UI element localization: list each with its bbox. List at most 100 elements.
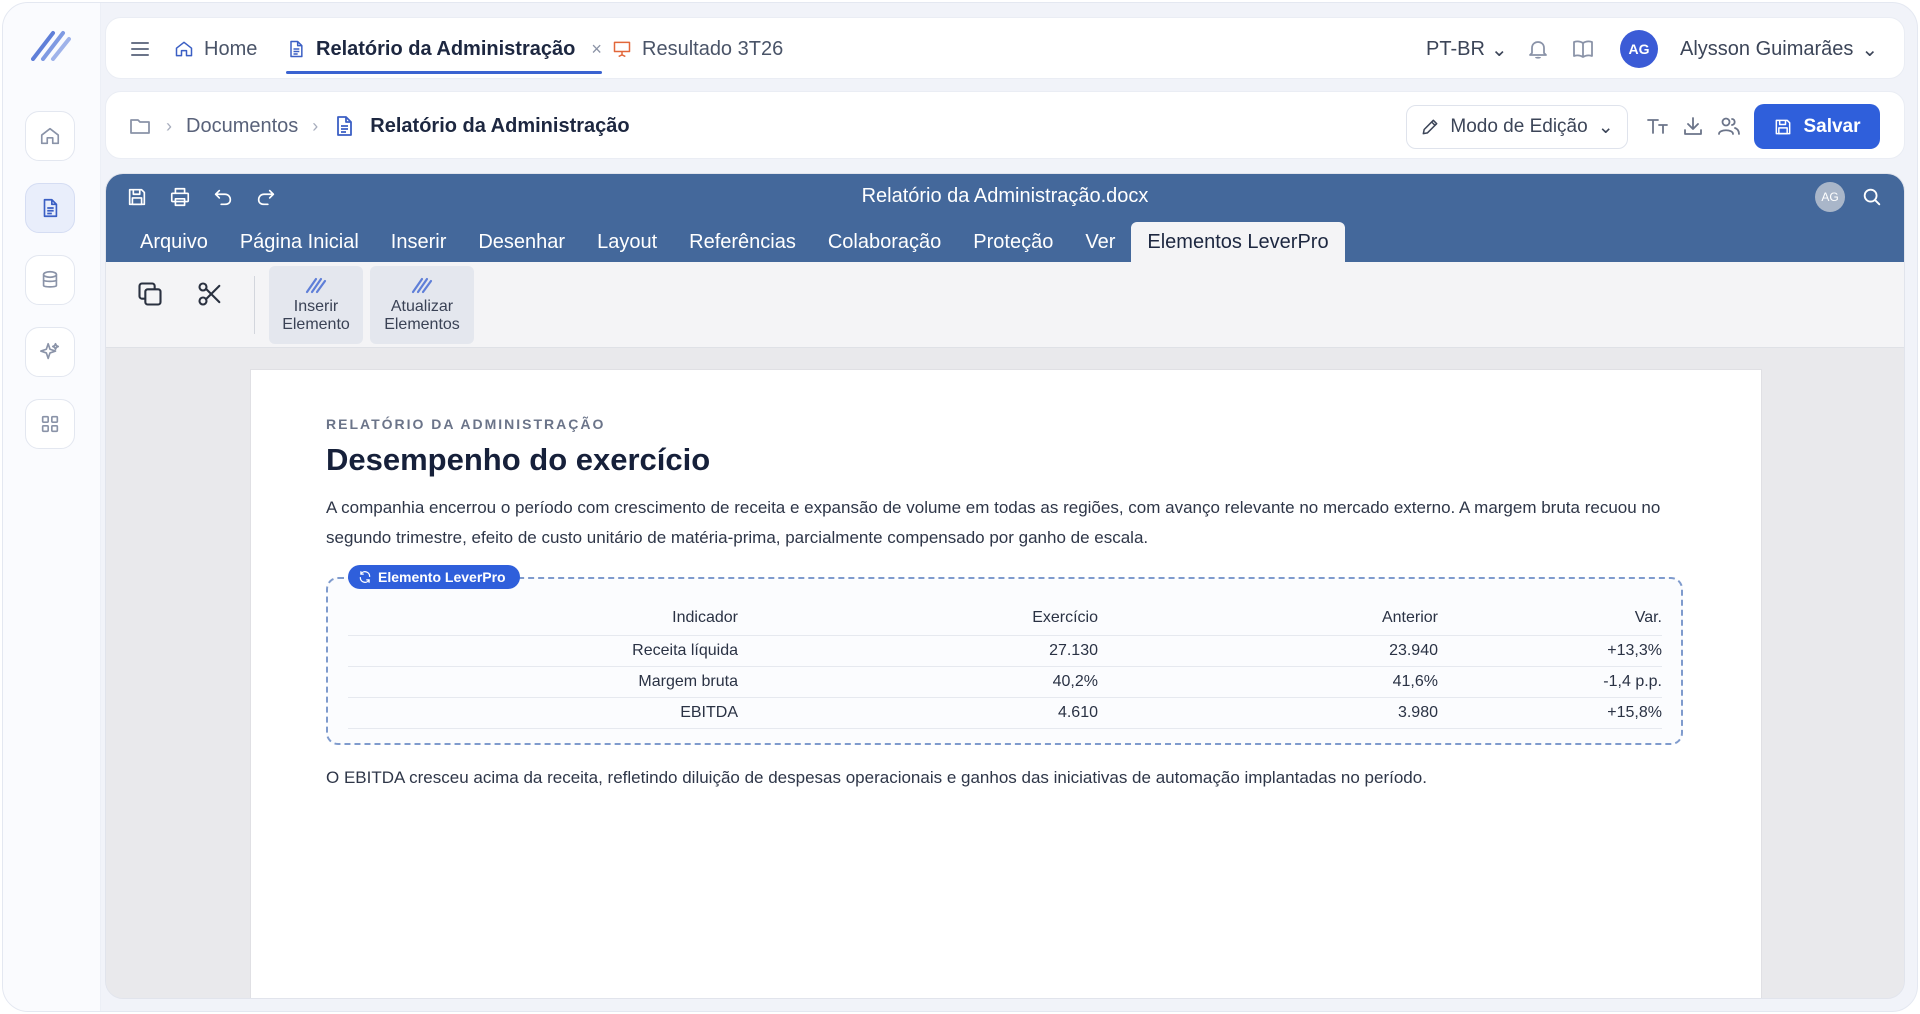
table-header: Indicador bbox=[348, 601, 738, 636]
ribbon-tab-ver[interactable]: Ver bbox=[1069, 222, 1131, 262]
search-icon[interactable] bbox=[1861, 186, 1883, 208]
breadcrumb-separator: › bbox=[166, 115, 172, 136]
breadcrumb-bar: › Documentos › Relatório da Administraçã… bbox=[105, 91, 1905, 159]
scissors-icon[interactable] bbox=[196, 280, 224, 308]
rail-home-button[interactable] bbox=[25, 111, 75, 161]
left-rail bbox=[3, 3, 101, 1011]
table-cell: 23.940 bbox=[1098, 635, 1438, 667]
presentation-icon bbox=[613, 41, 631, 58]
section-kicker: RELATÓRIO DA ADMINISTRAÇÃO bbox=[326, 416, 606, 432]
language-label: PT-BR bbox=[1426, 37, 1485, 60]
table-cell: 4.610 bbox=[738, 697, 1098, 729]
font-size-icon[interactable] bbox=[1646, 114, 1670, 138]
document-icon bbox=[43, 198, 58, 218]
ribbon-tab-protecao[interactable]: Proteção bbox=[957, 222, 1069, 262]
table-cell: 41,6% bbox=[1098, 666, 1438, 698]
language-selector[interactable]: PT-BR ⌄ bbox=[1426, 18, 1508, 80]
tab-label: Relatório da Administração bbox=[316, 37, 576, 60]
breadcrumb-current: Relatório da Administração bbox=[370, 114, 630, 137]
rail-ai-button[interactable] bbox=[25, 327, 75, 377]
editor-header: Relatório da Administração.docx AG Arqui… bbox=[106, 174, 1904, 262]
bell-icon[interactable] bbox=[1526, 37, 1550, 61]
database-icon bbox=[42, 270, 58, 288]
home-icon bbox=[40, 127, 60, 145]
table-header: Var. bbox=[1438, 601, 1662, 636]
rail-apps-button[interactable] bbox=[25, 399, 75, 449]
ribbon-tab-layout[interactable]: Layout bbox=[581, 222, 673, 262]
table-cell: 27.130 bbox=[738, 635, 1098, 667]
leverpro-element[interactable]: Elemento LeverPro Indicador Exercício An… bbox=[326, 565, 1683, 745]
table-cell: +13,3% bbox=[1438, 635, 1662, 667]
update-elements-label-line1: Atualizar bbox=[390, 298, 454, 315]
ribbon-tab-inserir[interactable]: Inserir bbox=[375, 222, 463, 262]
chevron-down-icon: ⌄ bbox=[1861, 38, 1879, 61]
save-button[interactable]: Salvar bbox=[1754, 104, 1880, 149]
update-elements-label-line2: Elementos bbox=[384, 316, 460, 333]
table-cell: Receita líquida bbox=[348, 635, 738, 667]
user-menu[interactable]: Alysson Guimarães ⌄ bbox=[1680, 18, 1878, 80]
edit-mode-dropdown[interactable]: Modo de Edição ⌄ bbox=[1406, 105, 1628, 149]
element-badge-label: Elemento LeverPro bbox=[378, 569, 506, 585]
collaborator-avatar[interactable]: AG bbox=[1815, 182, 1845, 212]
rail-database-button[interactable] bbox=[25, 255, 75, 305]
users-icon[interactable] bbox=[1717, 114, 1741, 138]
tab-relatorio-administracao[interactable]: Relatório da Administração × bbox=[286, 18, 602, 80]
table-cell: EBITDA bbox=[348, 697, 738, 729]
grid-icon bbox=[41, 415, 59, 433]
document-editor: Relatório da Administração.docx AG Arqui… bbox=[105, 173, 1905, 999]
ribbon-tab-elementos-leverpro[interactable]: Elementos LeverPro bbox=[1131, 222, 1345, 262]
table-header: Exercício bbox=[738, 601, 1098, 636]
tab-resultado-3t26[interactable]: Resultado 3T26 bbox=[612, 18, 783, 80]
menu-icon[interactable] bbox=[128, 37, 152, 61]
tab-close-icon[interactable]: × bbox=[591, 39, 602, 60]
chevron-down-icon: ⌄ bbox=[1490, 38, 1508, 61]
leverpro-element-badge[interactable]: Elemento LeverPro bbox=[348, 565, 520, 589]
table-cell: 3.980 bbox=[1098, 697, 1438, 729]
insert-element-button[interactable]: Inserir Elemento bbox=[269, 266, 363, 344]
ribbon-tab-colaboracao[interactable]: Colaboração bbox=[812, 222, 957, 262]
insert-element-label-line2: Elemento bbox=[282, 316, 350, 333]
table-row: Margem bruta 40,2% 41,6% -1,4 p.p. bbox=[348, 666, 1662, 698]
save-label: Salvar bbox=[1803, 115, 1861, 137]
user-name: Alysson Guimarães bbox=[1680, 37, 1854, 60]
leverpro-logo-icon bbox=[305, 277, 327, 294]
ribbon-tab-referencias[interactable]: Referências bbox=[673, 222, 812, 262]
update-elements-button[interactable]: Atualizar Elementos bbox=[370, 266, 474, 344]
tab-label: Home bbox=[204, 37, 258, 60]
breadcrumb: › Documentos › Relatório da Administraçã… bbox=[128, 92, 630, 160]
sparkle-icon bbox=[40, 342, 60, 360]
folder-icon[interactable] bbox=[128, 114, 152, 138]
table-header: Anterior bbox=[1098, 601, 1438, 636]
ribbon-tab-pagina-inicial[interactable]: Página Inicial bbox=[224, 222, 375, 262]
table-cell: +15,8% bbox=[1438, 697, 1662, 729]
tab-home[interactable]: Home bbox=[174, 18, 257, 80]
ribbon-tab-arquivo[interactable]: Arquivo bbox=[124, 222, 224, 262]
table-cell: 40,2% bbox=[738, 666, 1098, 698]
table-cell: Margem bruta bbox=[348, 666, 738, 698]
insert-element-label-line1: Inserir bbox=[293, 298, 339, 315]
chevron-down-icon: ⌄ bbox=[1597, 116, 1614, 138]
body-paragraph: A companhia encerrou o período com cresc… bbox=[326, 498, 1661, 547]
user-avatar[interactable]: AG bbox=[1620, 30, 1658, 68]
breadcrumb-documentos[interactable]: Documentos bbox=[186, 115, 298, 138]
refresh-icon bbox=[359, 571, 371, 583]
app-frame: Home Relatório da Administração × Result… bbox=[2, 2, 1918, 1012]
edit-mode-label: Modo de Edição bbox=[1450, 116, 1588, 137]
body-paragraph: O EBITDA cresceu acima da receita, refle… bbox=[326, 768, 1427, 787]
top-bar: Home Relatório da Administração × Result… bbox=[105, 17, 1905, 79]
tab-label: Resultado 3T26 bbox=[642, 37, 784, 60]
ribbon-tab-desenhar[interactable]: Desenhar bbox=[462, 222, 581, 262]
rail-documents-button[interactable] bbox=[25, 183, 75, 233]
leverpro-logo-icon bbox=[411, 277, 433, 294]
toolbar-divider bbox=[254, 276, 255, 334]
ribbon-toolbar: Inserir Elemento Atualizar Elementos bbox=[106, 262, 1904, 348]
app-logo-icon[interactable] bbox=[31, 29, 71, 61]
copy-icon[interactable] bbox=[136, 280, 164, 308]
section-heading: Desempenho do exercício bbox=[326, 442, 711, 477]
book-icon[interactable] bbox=[1571, 37, 1595, 61]
document-page[interactable]: RELATÓRIO DA ADMINISTRAÇÃO Desempenho do… bbox=[251, 370, 1761, 998]
indicators-table: Indicador Exercício Anterior Var. Receit… bbox=[348, 601, 1662, 729]
download-icon[interactable] bbox=[1681, 114, 1705, 138]
home-icon bbox=[175, 41, 193, 57]
document-canvas[interactable]: RELATÓRIO DA ADMINISTRAÇÃO Desempenho do… bbox=[106, 348, 1904, 998]
